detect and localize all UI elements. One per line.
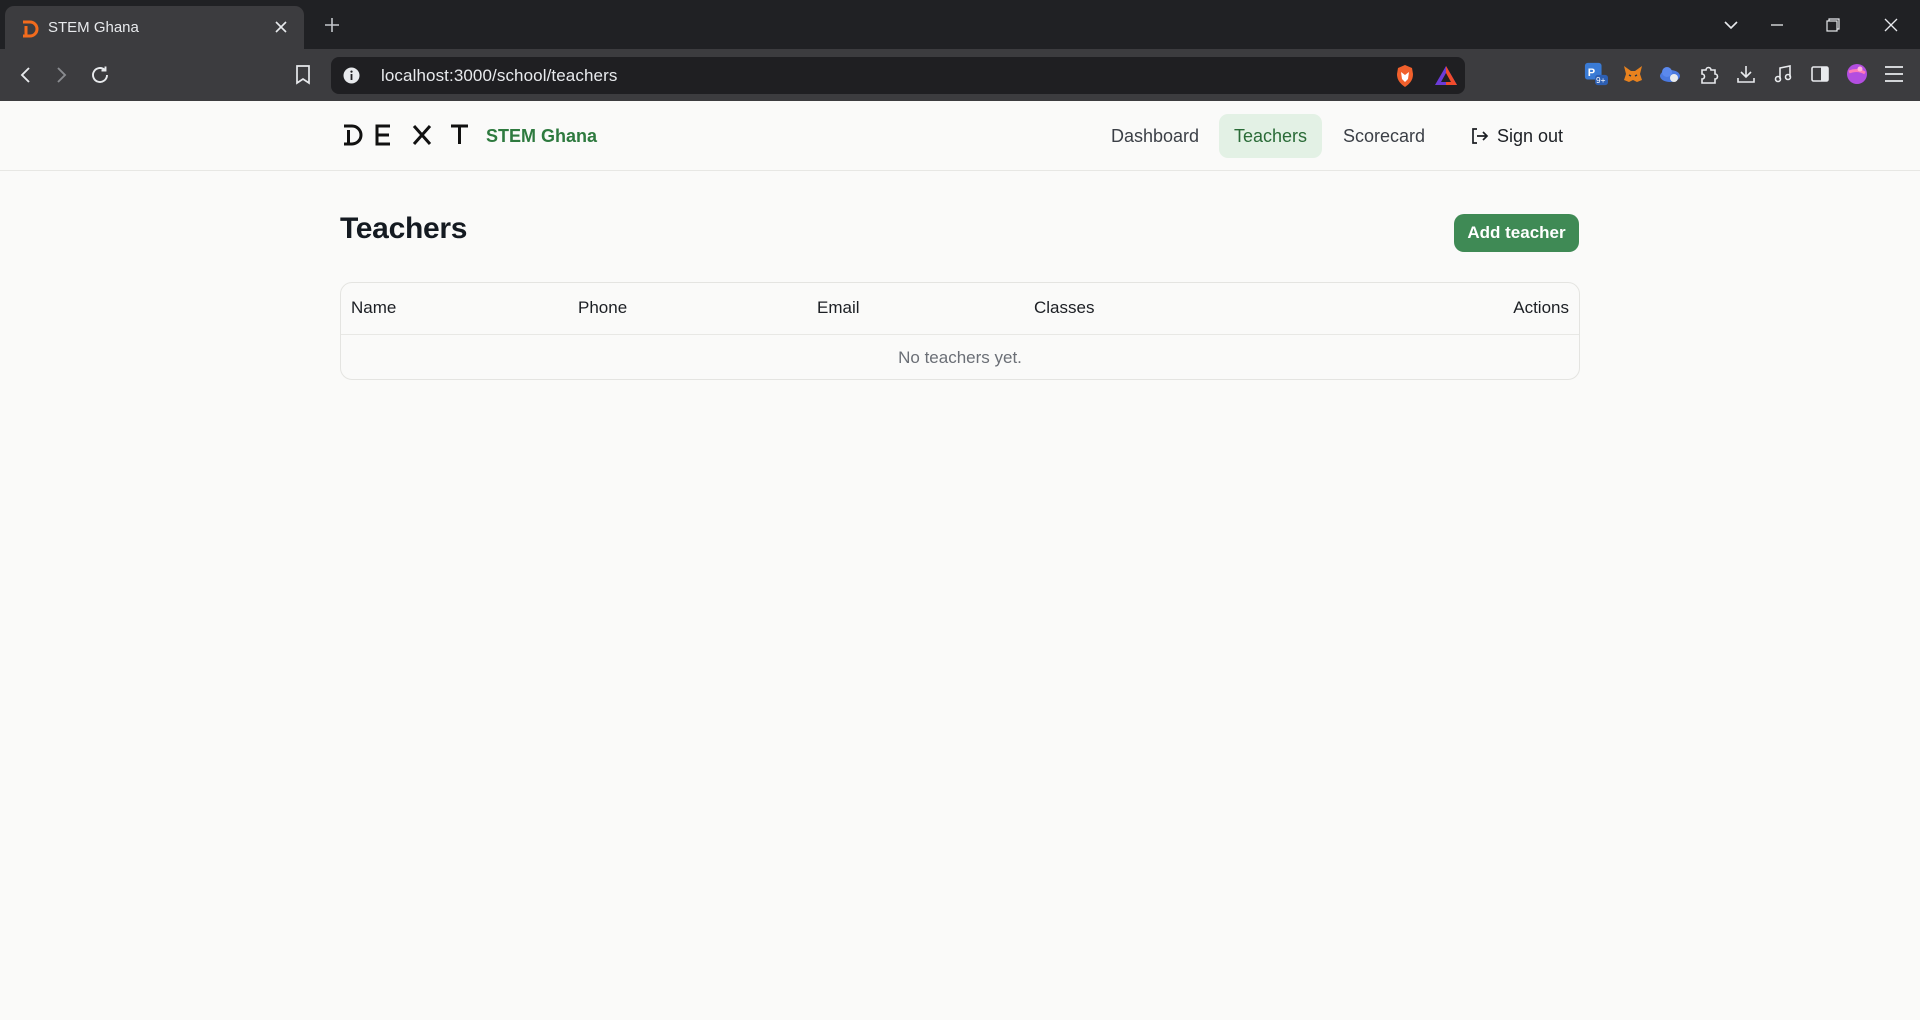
dext-favicon-icon [23,20,39,38]
brave-shields-icon[interactable] [1393,64,1417,88]
browser-tab[interactable]: STEM Ghana [5,6,304,49]
close-tab-icon[interactable] [270,16,292,38]
tab-title: STEM Ghana [48,19,139,36]
browser-toolbar: localhost:3000/school/teachers P 9+ [0,49,1920,101]
sidebar-panel-icon[interactable] [1808,62,1832,86]
back-arrow-icon[interactable] [12,61,40,89]
cloud-extension-icon[interactable] [1658,62,1682,86]
profile-avatar-icon[interactable] [1845,62,1869,86]
sign-out-button[interactable]: Sign out [1469,115,1563,157]
notifications-badge-icon[interactable]: P 9+ [1584,62,1608,86]
app-header: STEM Ghana Dashboard Teachers Scorecard … [0,101,1920,171]
metamask-fox-icon[interactable] [1621,62,1645,86]
extensions-puzzle-icon[interactable] [1697,62,1721,86]
reload-icon[interactable] [86,61,114,89]
brave-rewards-icon[interactable] [1434,64,1458,88]
empty-state-message: No teachers yet. [898,347,1022,367]
table-header-row: Name Phone Email Classes Actions [341,283,1579,335]
browser-tab-bar: STEM Ghana [0,0,1920,49]
column-header-phone[interactable]: Phone [578,298,627,318]
web-page: STEM Ghana Dashboard Teachers Scorecard … [0,101,1920,1020]
column-header-email[interactable]: Email [817,298,860,318]
menu-hamburger-icon[interactable] [1882,62,1906,86]
url-text[interactable]: localhost:3000/school/teachers [381,66,617,86]
download-icon[interactable] [1734,62,1758,86]
add-teacher-button[interactable]: Add teacher [1454,214,1579,252]
column-header-classes[interactable]: Classes [1034,298,1094,318]
dext-logo[interactable] [342,123,472,147]
nav-scorecard[interactable]: Scorecard [1328,114,1440,158]
school-name: STEM Ghana [486,126,598,146]
tab-list-chevron-down-icon[interactable] [1718,12,1744,38]
minimize-icon[interactable] [1764,12,1790,38]
teachers-table: Name Phone Email Classes Actions No teac… [340,282,1580,380]
svg-text:9+: 9+ [1596,75,1606,85]
nav-dashboard[interactable]: Dashboard [1096,114,1214,158]
media-music-icon[interactable] [1771,62,1795,86]
svg-text:P: P [1588,67,1595,79]
close-window-icon[interactable] [1878,12,1904,38]
sign-out-label: Sign out [1497,125,1564,146]
site-info-icon[interactable] [343,67,360,84]
nav-teachers[interactable]: Teachers [1219,114,1323,158]
page-title: Teachers [340,212,468,245]
column-header-name[interactable]: Name [351,298,396,318]
restore-icon[interactable] [1820,12,1846,38]
new-tab-icon[interactable] [320,13,344,37]
address-bar[interactable]: localhost:3000/school/teachers [331,57,1465,94]
dext-wordmark-icon [344,124,468,146]
column-header-actions: Actions [1513,298,1569,317]
sign-out-icon [1472,128,1489,144]
bookmark-icon[interactable] [289,61,317,89]
forward-arrow-icon[interactable] [47,61,75,89]
